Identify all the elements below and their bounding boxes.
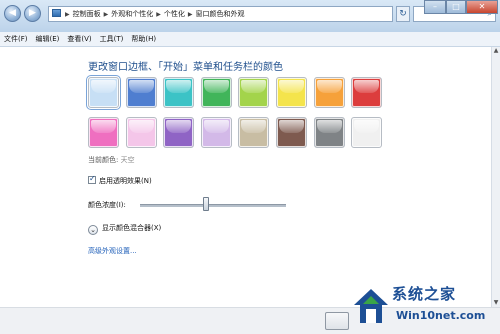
breadcrumb-separator: ▶ xyxy=(65,11,70,18)
color-swatch-sea[interactable] xyxy=(163,77,195,108)
menu-tools[interactable]: 工具(T) xyxy=(96,32,128,46)
close-button[interactable]: ✕ xyxy=(466,0,498,14)
maximize-button[interactable]: □ xyxy=(446,0,466,14)
color-swatch-blush[interactable] xyxy=(125,117,157,148)
advanced-appearance-link[interactable]: 高级外观设置... xyxy=(88,246,137,256)
breadcrumb-item[interactable]: 窗口颜色和外观 xyxy=(195,7,246,21)
current-color: 当前颜色: 天空 xyxy=(88,155,135,165)
breadcrumb-separator: ▶ xyxy=(156,11,161,18)
color-swatch-ruby[interactable] xyxy=(351,77,383,108)
color-swatch-lemon[interactable] xyxy=(276,77,307,108)
intensity-slider-track[interactable] xyxy=(140,204,286,207)
menu-bar: 文件(F) 编辑(E) 查看(V) 工具(T) 帮助(H) xyxy=(0,32,500,47)
current-color-label: 当前颜色: xyxy=(88,156,119,164)
breadcrumb-item[interactable]: 控制面板 xyxy=(72,7,102,21)
minimize-icon: – xyxy=(433,2,437,11)
refresh-icon: ↻ xyxy=(399,9,407,19)
forward-button[interactable]: ▶ xyxy=(24,5,41,22)
color-swatch-twilight[interactable] xyxy=(125,77,157,108)
menu-edit[interactable]: 编辑(E) xyxy=(32,32,64,46)
current-color-value: 天空 xyxy=(120,156,135,164)
control-panel-icon xyxy=(52,9,61,17)
color-swatch-sky[interactable] xyxy=(86,75,121,110)
color-swatch-violet[interactable] xyxy=(163,117,195,148)
color-swatch-slate[interactable] xyxy=(313,117,345,148)
color-swatch-lavender[interactable] xyxy=(200,117,232,148)
house-logo-icon xyxy=(354,289,388,323)
breadcrumb-item[interactable]: 个性化 xyxy=(163,7,186,21)
save-changes-button[interactable] xyxy=(325,312,349,330)
color-swatch-lime[interactable] xyxy=(238,77,270,108)
address-bar[interactable]: ▶ 控制面板 ▶ 外观和个性化 ▶ 个性化 ▶ 窗口颜色和外观 xyxy=(48,6,393,22)
color-swatch-taupe[interactable] xyxy=(238,117,270,148)
color-mixer-toggle[interactable]: ⌄ 显示颜色混合器(X) xyxy=(88,223,161,235)
color-swatch-leaf[interactable] xyxy=(200,77,232,108)
refresh-button[interactable]: ↻ xyxy=(396,6,410,22)
window: ◀ ▶ ▶控制面板▶外观和个性化▶个性化▶窗口颜色和外观 ↻ ⌕ – □ ✕ 文… xyxy=(0,0,500,334)
transparency-option[interactable]: 启用透明效果(N) xyxy=(88,174,152,186)
menu-file[interactable]: 文件(F) xyxy=(0,32,32,46)
watermark-url: Win10net.com xyxy=(396,309,486,322)
breadcrumb-separator: ▶ xyxy=(103,11,109,18)
color-swatch-frost[interactable] xyxy=(351,117,383,148)
color-swatch-pumpkin[interactable] xyxy=(313,77,345,108)
forward-arrow-icon: ▶ xyxy=(29,8,36,18)
content-area: 更改窗口边框、「开始」菜单和任务栏的颜色 当前颜色: 天空 启用透明效果(N) … xyxy=(0,47,500,307)
menu-help[interactable]: 帮助(H) xyxy=(127,32,160,46)
maximize-icon: □ xyxy=(452,2,460,11)
transparency-label: 启用透明效果(N) xyxy=(99,177,152,185)
intensity-label: 颜色浓度(I): xyxy=(88,201,126,209)
page-title: 更改窗口边框、「开始」菜单和任务栏的颜色 xyxy=(88,62,283,73)
scroll-up-icon[interactable]: ▲ xyxy=(492,47,500,55)
transparency-checkbox[interactable] xyxy=(88,174,96,184)
intensity-slider-thumb[interactable] xyxy=(202,197,209,211)
chevron-down-icon[interactable]: ⌄ xyxy=(88,225,98,235)
breadcrumb-separator: ▶ xyxy=(187,11,193,18)
color-swatch-fuchsia[interactable] xyxy=(88,117,119,148)
minimize-button[interactable]: – xyxy=(424,0,446,14)
vertical-scrollbar[interactable]: ▲ ▼ xyxy=(491,47,500,307)
breadcrumb-item[interactable]: 外观和个性化 xyxy=(110,7,154,21)
address-bar-region: ◀ ▶ ▶控制面板▶外观和个性化▶个性化▶窗口颜色和外观 ↻ ⌕ – □ ✕ xyxy=(0,0,500,32)
watermark-title: 系统之家 xyxy=(392,285,457,303)
back-arrow-icon: ◀ xyxy=(9,8,16,18)
close-icon: ✕ xyxy=(478,2,486,11)
menu-view[interactable]: 查看(V) xyxy=(63,32,95,46)
site-watermark: 系统之家 Win10net.com xyxy=(352,283,498,333)
back-button[interactable]: ◀ xyxy=(4,5,21,22)
color-mixer-label: 显示颜色混合器(X) xyxy=(102,224,162,232)
color-swatch-chocolate[interactable] xyxy=(276,117,307,148)
